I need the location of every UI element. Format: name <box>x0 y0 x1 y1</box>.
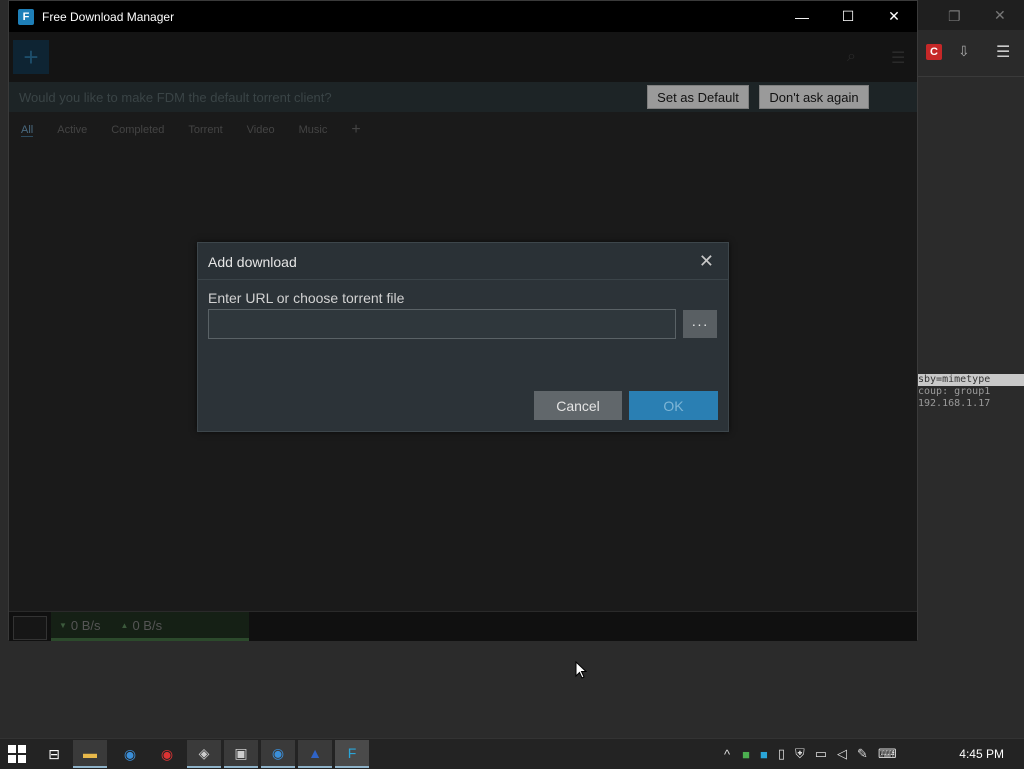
terminal-line: 192.168.1.17 <box>918 398 991 409</box>
task-view-icon[interactable]: ⊟ <box>37 740 71 768</box>
background-restore-icon[interactable]: ❐ <box>948 8 961 25</box>
notice-text: Would you like to make FDM the default t… <box>19 89 332 105</box>
pen-icon[interactable]: ✎ <box>857 746 868 762</box>
terminal-line: coup: group1 <box>918 386 991 397</box>
tab-active[interactable]: Active <box>57 124 87 136</box>
maximize-button[interactable]: ☐ <box>825 1 871 32</box>
dialog-close-icon[interactable]: ✕ <box>699 251 714 272</box>
dialog-header: Add download ✕ <box>198 243 728 280</box>
window-titlebar[interactable]: F Free Download Manager — ☐ ✕ <box>9 1 917 32</box>
download-speed: ▼ 0 B/s <box>59 618 101 633</box>
usb-icon[interactable]: ▯ <box>778 746 785 762</box>
security-shield-icon[interactable]: ⛨ <box>795 746 805 762</box>
remote-desktop-taskbar-icon[interactable]: ▣ <box>224 740 258 768</box>
tool-taskbar-icon[interactable]: ◈ <box>187 740 221 768</box>
download-extension-icon[interactable]: ⇩ <box>958 43 970 60</box>
file-explorer-icon[interactable]: ▬ <box>73 740 107 768</box>
dialog-title: Add download <box>208 254 297 270</box>
browser-taskbar-icon[interactable]: ◉ <box>113 740 147 768</box>
browse-torrent-button[interactable]: ··· <box>683 310 717 338</box>
dont-ask-again-button[interactable]: Don't ask again <box>759 85 869 109</box>
sailboat-taskbar-icon[interactable]: ▲ <box>298 740 332 768</box>
url-label: Enter URL or choose torrent file <box>208 290 405 306</box>
speed-panel[interactable]: ▼ 0 B/s ▲ 0 B/s <box>51 612 249 641</box>
app-taskbar-icon[interactable]: ◉ <box>150 740 184 768</box>
cancel-button[interactable]: Cancel <box>534 391 622 420</box>
upload-speed: ▲ 0 B/s <box>121 618 163 633</box>
add-download-button[interactable]: + <box>13 40 49 74</box>
status-toggle-box[interactable] <box>13 616 47 640</box>
ok-button[interactable]: OK <box>629 391 718 420</box>
system-tray: ^ ■ ■ ▯ ⛨ ▭ ◁ ✎ ⌨ <box>724 739 907 769</box>
menu-icon[interactable]: ☰ <box>891 48 905 68</box>
taskbar: ⊟ ▬ ◉ ◉ ◈ ▣ ◉ ▲ F ^ ■ ■ ▯ ⛨ ▭ ◁ ✎ ⌨ 4:45… <box>0 738 1024 769</box>
browser-menu-icon[interactable]: ☰ <box>996 42 1010 62</box>
upload-arrow-icon: ▲ <box>120 620 129 630</box>
tab-all[interactable]: All <box>21 124 34 137</box>
close-window-button[interactable]: ✕ <box>871 1 917 32</box>
fdm-taskbar-icon[interactable]: F <box>335 740 369 768</box>
chevron-up-icon[interactable]: ^ <box>724 747 730 762</box>
fdm-app-icon: F <box>18 8 34 25</box>
url-input[interactable] <box>208 309 676 339</box>
taskbar-clock[interactable]: 4:45 PM <box>959 747 1004 761</box>
status-bar: ▼ 0 B/s ▲ 0 B/s <box>9 611 917 641</box>
minimize-button[interactable]: — <box>779 1 825 32</box>
download-arrow-icon: ▼ <box>59 620 67 630</box>
tab-music[interactable]: Music <box>299 124 328 136</box>
volume-muted-icon[interactable]: ◁ <box>837 746 847 762</box>
search-icon[interactable]: ⌕ <box>847 48 856 66</box>
tray-green-icon[interactable]: ■ <box>742 747 750 762</box>
background-window-titlebar: ❐ ✕ <box>918 0 1024 30</box>
add-tab-button[interactable]: + <box>351 121 360 139</box>
tab-video[interactable]: Video <box>247 124 275 136</box>
keyboard-icon[interactable]: ⌨ <box>878 746 897 762</box>
tray-fdm-icon[interactable]: ■ <box>760 747 768 762</box>
background-browser-toolbar: C ⇩ ☰ <box>918 30 1024 77</box>
tab-torrent[interactable]: Torrent <box>188 124 222 136</box>
default-client-notice: Would you like to make FDM the default t… <box>9 82 917 112</box>
background-terminal-text: sby=mimetype coup: group1 192.168.1.17 <box>918 374 1024 410</box>
filter-tabs: All Active Completed Torrent Video Music… <box>21 119 929 141</box>
terminal-line: sby=mimetype <box>918 374 1024 386</box>
extension-icon[interactable]: C <box>926 44 942 60</box>
background-close-icon[interactable]: ✕ <box>994 7 1006 24</box>
download-speed-value: 0 B/s <box>70 617 101 633</box>
windows-start-icon[interactable] <box>8 745 26 763</box>
network-icon[interactable]: ▭ <box>815 746 827 762</box>
window-title: Free Download Manager <box>42 9 175 24</box>
main-toolbar: + ⌕ ☰ <box>9 32 917 82</box>
upload-speed-value: 0 B/s <box>132 617 163 633</box>
browser-2-taskbar-icon[interactable]: ◉ <box>261 740 295 768</box>
set-as-default-button[interactable]: Set as Default <box>647 85 749 109</box>
add-download-dialog: Add download ✕ Enter URL or choose torre… <box>197 242 729 432</box>
mouse-cursor-icon <box>575 661 587 679</box>
tab-completed[interactable]: Completed <box>111 124 164 136</box>
